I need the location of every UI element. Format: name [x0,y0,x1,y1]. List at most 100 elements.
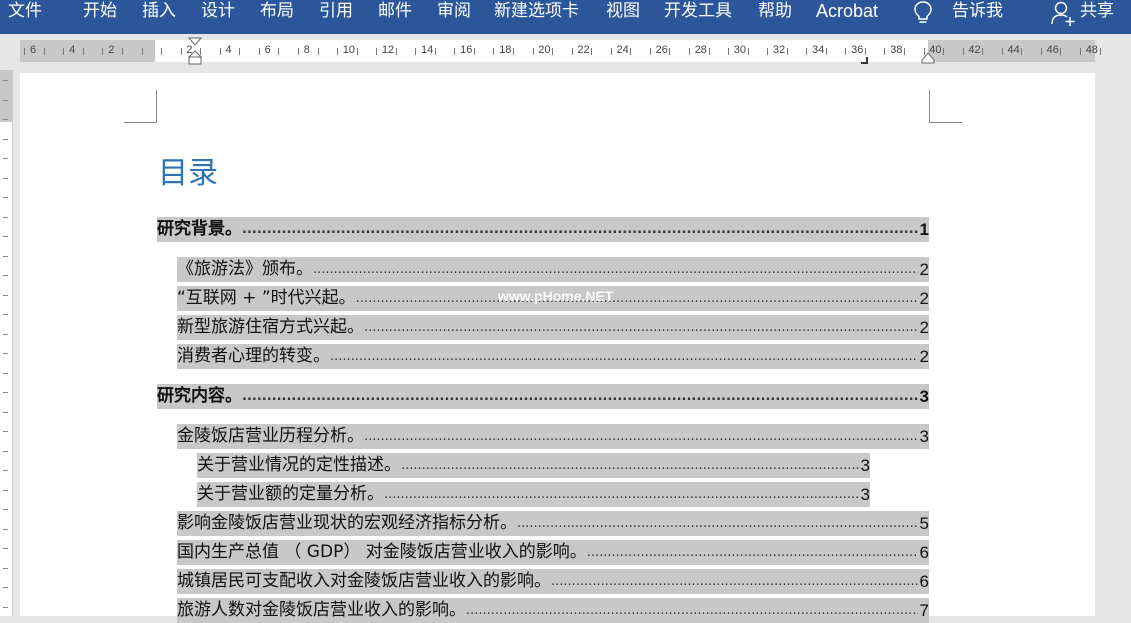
ruler-tick [434,48,436,55]
tab-review[interactable]: 审阅 [437,0,471,24]
toc-entry-text: 关于营业额的定量分析。 [197,484,384,504]
ruler-tick [1001,48,1003,55]
tab-home[interactable]: 开始 [83,0,117,24]
toc-entry-level-2[interactable]: 金陵饭店营业历程分析。.............................… [177,424,929,449]
toc-entry-text: 影响金陵饭店营业现状的宏观经济指标分析。 [177,513,517,533]
vertical-ruler-tick [3,450,8,452]
ruler-number: 10 [342,44,356,56]
toc-entry-level-3[interactable]: 关于营业情况的定性描述。............................… [197,453,870,478]
tab-design[interactable]: 设计 [201,0,235,24]
ruler-tick [552,48,554,55]
toc-page-number: 3 [919,427,929,446]
vertical-ruler-tick [3,294,8,296]
toc-page-number: 1 [919,220,929,239]
toc-dot-leader: ........................................… [242,222,918,237]
ruler-tick [669,48,671,55]
toc-entry-level-1[interactable]: 研究背景。...................................… [157,217,929,242]
toc-entry-text: “互联网 + ”时代兴起。 [177,288,356,308]
vertical-ruler[interactable] [0,70,13,616]
toc-entry-level-2[interactable]: 《旅游法》颁布。................................… [177,257,929,282]
tab-insert[interactable]: 插入 [142,0,176,24]
share-button[interactable]: 共享 [1080,0,1114,24]
toc-entry-text: 新型旅游住宿方式兴起。 [177,317,364,337]
tab-mailings[interactable]: 邮件 [378,0,412,24]
ruler-number: 6 [264,44,271,56]
vertical-ruler-tick [3,197,8,198]
tab-new-tab[interactable]: 新建选项卡 [494,0,579,24]
vertical-ruler-tick [3,138,8,140]
tab-acrobat[interactable]: Acrobat [816,0,878,24]
watermark: www.pHome.NET [498,288,614,304]
ruler-tick [1040,48,1042,55]
tell-me-search[interactable]: 告诉我 [952,0,1003,24]
ruler-tick [845,48,847,55]
ruler-tick [513,48,514,55]
ruler-tick [571,48,573,55]
ruler-number: 4 [225,44,232,56]
ruler-tick [1021,48,1023,55]
vertical-ruler-tick [3,567,8,569]
ruler-tick [219,48,221,55]
toc-entry-level-2[interactable]: 国内生产总值 （ GDP） 对金陵饭店营业收入的影响。.............… [177,540,929,565]
vertical-ruler-tick [3,275,8,276]
toc-entry-level-2[interactable]: 新型旅游住宿方式兴起。.............................… [177,315,929,340]
ruler-tick [610,48,612,55]
horizontal-ruler[interactable]: 6 4 2 2 4 6 8 10 12 14 16 18 20 22 24 26 28 30 32 34 36 38 40 4… [20,37,1101,65]
ruler-number: 40 [929,44,942,56]
ruler-number: 6 [30,44,37,56]
vertical-ruler-tick [3,216,8,218]
ruler-tick [122,48,123,55]
ruler-number: 14 [421,44,434,56]
toc-dot-leader: ........................................… [517,516,918,531]
vertical-ruler-tick [3,392,8,393]
vertical-ruler-tick [3,606,8,608]
toc-page-number: 3 [860,456,870,475]
ruler-tick [591,48,593,55]
margin-corner-top-left [124,90,157,123]
toc-dot-leader: ........................................… [466,603,918,618]
ruler-tick [415,48,417,55]
toc-title[interactable]: 目录 [158,155,218,193]
tab-help[interactable]: 帮助 [758,0,792,24]
toc-dot-leader: ........................................… [242,389,918,404]
ruler-tick [747,48,749,55]
vertical-ruler-tick [3,470,8,471]
toc-entry-level-2[interactable]: 消费者心理的转变。...............................… [177,344,929,369]
ruler-tick [102,48,104,55]
vertical-ruler-tick [3,236,8,237]
tab-view[interactable]: 视图 [606,0,640,24]
toc-entry-text: 研究内容。 [157,386,242,406]
toc-dot-leader: ........................................… [551,574,918,589]
toc-entry-text: 城镇居民可支配收入对金陵饭店营业收入的影响。 [177,571,551,591]
vertical-ruler-tick [3,489,8,491]
toc-entry-level-2[interactable]: 城镇居民可支配收入对金陵饭店营业收入的影响。..................… [177,569,929,594]
ruler-number: 44 [1007,44,1020,56]
ruler-tick [141,48,143,55]
lightbulb-icon[interactable] [912,0,934,26]
tab-file[interactable]: 文件 [8,0,42,24]
toc-entry-level-2[interactable]: 旅游人数对金陵饭店营业收入的影响。.......................… [177,598,929,623]
ruler-number: 38 [890,44,903,56]
tab-references[interactable]: 引用 [319,0,353,24]
ruler-number: 2 [108,44,115,56]
person-add-icon[interactable] [1050,0,1076,28]
vertical-ruler-tick [3,99,8,101]
ruler-tick [473,48,475,55]
tab-layout[interactable]: 布局 [260,0,294,24]
toc-dot-leader: ........................................… [364,429,918,444]
ribbon-tab-bar: 文件 开始 插入 设计 布局 引用 邮件 审阅 新建选项卡 视图 开发工具 帮助… [0,0,1131,34]
ruler-tick [1079,48,1081,55]
ruler-tick [688,48,690,55]
ruler-tick [337,48,338,55]
toc-entry-level-1[interactable]: 研究内容。...................................… [157,384,929,409]
tab-developer[interactable]: 开发工具 [664,0,732,24]
ruler-number: 30 [733,44,747,56]
ruler-tick [356,48,358,55]
ruler-tick [923,48,925,55]
toc-page-number: 2 [919,318,929,337]
toc-entry-level-2[interactable]: 影响金陵饭店营业现状的宏观经济指标分析。....................… [177,511,929,536]
tab-stop-icon[interactable] [860,56,868,64]
vertical-ruler-tick [3,372,8,374]
toc-entry-level-3[interactable]: 关于营业额的定量分析。.............................… [197,482,870,507]
ruler-tick [493,48,495,55]
